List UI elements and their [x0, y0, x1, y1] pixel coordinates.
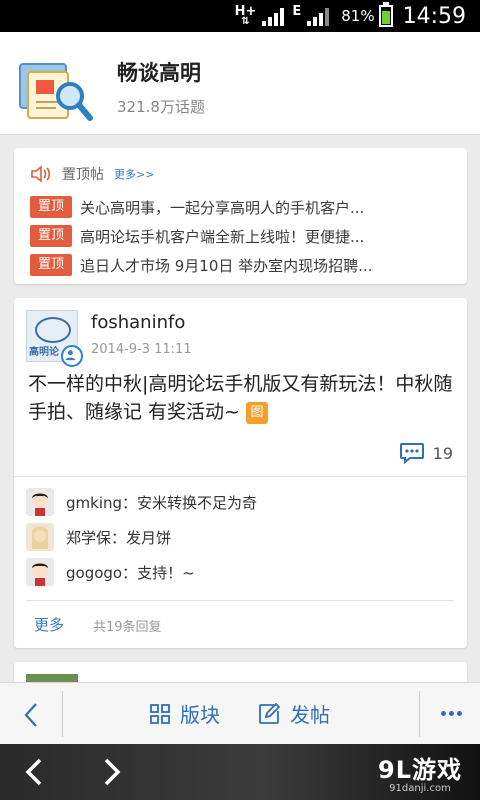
image-tag: 图	[245, 402, 268, 424]
comment-item[interactable]: 郑学保：发月饼	[26, 523, 171, 551]
comment-item[interactable]: gogogo：支持！~	[26, 558, 195, 586]
forum-logo-icon	[19, 63, 93, 121]
network-type: H+ ⇅	[234, 4, 257, 27]
nav-forward-icon[interactable]	[94, 754, 130, 790]
more-replies-link[interactable]: 更多	[34, 614, 64, 635]
commenter-avatar	[26, 558, 54, 586]
edit-icon	[259, 702, 280, 724]
watermark-main: 9L游戏	[378, 756, 462, 784]
total-replies: 共19条回复	[93, 620, 162, 635]
sticky-title: 关心高明事，一起分享高明人的手机客户...	[80, 198, 365, 217]
comment-item[interactable]: gmking：安米转换不足为奇	[26, 488, 257, 516]
divider	[26, 600, 454, 601]
watermark-sub: 91danji.com	[389, 783, 451, 794]
post-date: 2014-9-3 11:11	[91, 342, 192, 357]
back-chevron-icon[interactable]	[20, 701, 44, 729]
bottom-toolbar: 版块 发帖	[0, 682, 480, 744]
toolbar-divider	[419, 691, 420, 737]
signal-icon	[260, 6, 285, 26]
commenter-avatar	[26, 488, 54, 516]
compose-label: 发帖	[290, 703, 330, 727]
avatar-logo-text: 高明论	[29, 347, 59, 358]
forum-title: 畅谈高明	[117, 61, 201, 85]
sticky-tag: 置顶	[30, 225, 72, 247]
speaker-icon	[31, 165, 51, 183]
comment-text: 郑学保：发月饼	[66, 528, 172, 547]
more-menu-icon[interactable]	[438, 711, 462, 716]
battery-icon	[378, 2, 393, 27]
nav-back-icon[interactable]	[16, 754, 52, 790]
sticky-item[interactable]: 置顶 关心高明事，一起分享高明人的手机客户...	[30, 195, 440, 219]
user-badge-icon	[61, 345, 83, 367]
sticky-item[interactable]: 置顶 追日人才市场 9月10日 举办室内现场招聘...	[30, 253, 440, 277]
reply-count[interactable]: 19	[399, 442, 453, 464]
grid-icon	[150, 703, 170, 724]
comment-text: gmking：安米转换不足为奇	[66, 493, 258, 512]
battery-percent: 81%	[341, 7, 375, 25]
reply-count-value: 19	[432, 443, 453, 463]
compose-button[interactable]: 发帖	[258, 699, 330, 728]
toolbar-divider	[62, 691, 63, 737]
signal-icon-secondary	[305, 6, 330, 26]
status-bar: H+ ⇅ E 81% 14:59	[0, 0, 480, 32]
sticky-title: 追日人才市场 9月10日 举办室内现场招聘...	[80, 256, 373, 275]
boards-label: 版块	[180, 703, 220, 727]
sticky-posts-card: 置顶帖 更多>> 置顶 关心高明事，一起分享高明人的手机客户... 置顶 高明论…	[14, 148, 467, 284]
post-card[interactable]: 高明论 foshaninfo 2014-9-3 11:11 不一样的中秋|高明论…	[14, 298, 467, 648]
clock: 14:59	[402, 3, 466, 29]
boards-button[interactable]: 版块	[150, 699, 220, 728]
post-body[interactable]: 不一样的中秋|高明论坛手机版又有新玩法！中秋随手拍、随缘记 有奖活动~ 图	[28, 370, 453, 426]
forum-header: 畅谈高明 321.8万话题	[0, 32, 480, 135]
sticky-more-link[interactable]: 更多>>	[114, 166, 154, 182]
commenter-avatar	[26, 523, 54, 551]
sticky-tag: 置顶	[30, 196, 72, 218]
comment-icon	[399, 443, 424, 464]
author-avatar[interactable]: 高明论	[26, 310, 83, 367]
network-type-secondary: E	[292, 4, 302, 19]
post-author[interactable]: foshaninfo	[91, 312, 185, 333]
topic-count: 321.8万话题	[117, 98, 205, 116]
sticky-item[interactable]: 置顶 高明论坛手机客户端全新上线啦！更便捷...	[30, 224, 440, 248]
sticky-label: 置顶帖	[62, 167, 104, 183]
watermark-logo: 9L游戏 91danji.com	[378, 750, 462, 794]
sticky-header: 置顶帖 更多>>	[30, 164, 154, 184]
comment-text: gogogo：支持！~	[66, 563, 195, 582]
sticky-title: 高明论坛手机客户端全新上线啦！更便捷...	[80, 227, 365, 246]
browser-nav-bar: 9L游戏 91danji.com	[0, 744, 480, 800]
post-text: 不一样的中秋|高明论坛手机版又有新玩法！中秋随手拍、随缘记 有奖活动~	[28, 373, 453, 423]
divider	[14, 476, 467, 477]
sticky-tag: 置顶	[30, 254, 72, 276]
